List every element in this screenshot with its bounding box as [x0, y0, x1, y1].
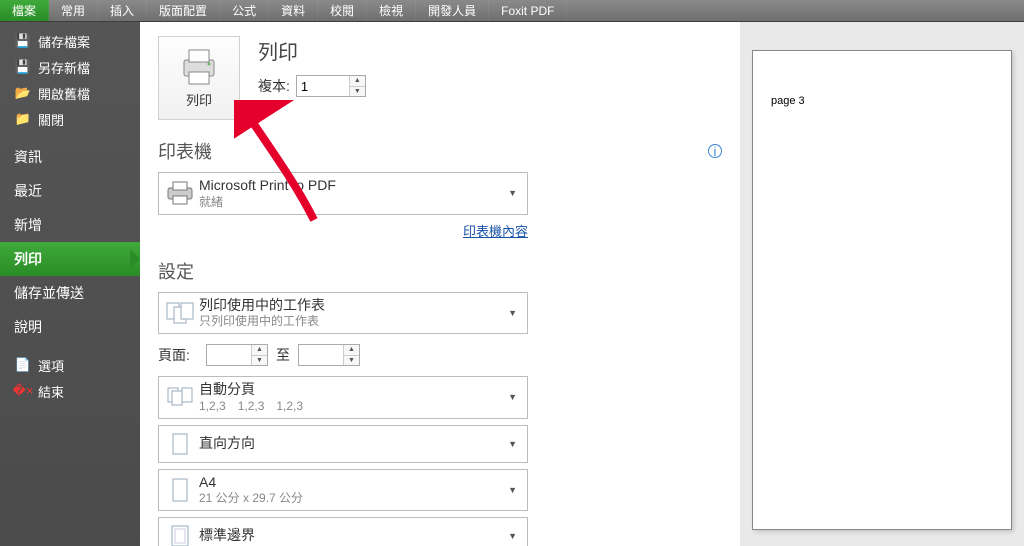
page-from-spinner[interactable]: ▲▼ [206, 344, 268, 366]
bs-label: 儲存並傳送 [14, 283, 84, 303]
print-preview: page 3 [740, 22, 1024, 546]
printer-name: Microsoft Print to PDF [199, 177, 504, 195]
bs-info[interactable]: 資訊 [0, 140, 140, 174]
tab-insert[interactable]: 插入 [98, 0, 147, 21]
print-scope-combo[interactable]: 列印使用中的工作表 只列印使用中的工作表 ▼ [158, 292, 528, 335]
backstage-sidebar: 💾 儲存檔案 💾 另存新檔 📂 開啟舊檔 📁 關閉 資訊 最近 新增 列印 儲存… [0, 22, 140, 546]
pages-label: 頁面: [158, 345, 198, 365]
preview-page: page 3 [752, 50, 1012, 530]
copies-label: 複本: [258, 76, 290, 96]
bs-save-as[interactable]: 💾 另存新檔 [0, 54, 140, 80]
copies-input[interactable] [297, 76, 349, 96]
bs-label: 儲存檔案 [38, 32, 90, 51]
combo-line1: 直向方向 [199, 435, 504, 453]
chevron-down-icon: ▼ [504, 188, 521, 198]
combo-line1: A4 [199, 474, 504, 492]
exit-icon: �× [14, 383, 32, 399]
combo-line1: 自動分頁 [199, 381, 504, 399]
printer-selector[interactable]: Microsoft Print to PDF 就緒 ▼ [158, 172, 528, 215]
printer-status: 就緒 [199, 195, 504, 210]
bs-close[interactable]: 📁 關閉 [0, 106, 140, 132]
printer-properties-link[interactable]: 印表機內容 [463, 224, 528, 239]
bs-recent[interactable]: 最近 [0, 174, 140, 208]
bs-share[interactable]: 儲存並傳送 [0, 276, 140, 310]
folder-open-icon: 📂 [14, 85, 32, 101]
tab-file[interactable]: 檔案 [0, 0, 49, 21]
page-from-input[interactable] [207, 345, 251, 365]
tab-developer[interactable]: 開發人員 [416, 0, 489, 21]
combo-line2: 21 公分 x 29.7 公分 [199, 491, 504, 506]
portrait-icon [165, 430, 195, 458]
margins-icon [165, 522, 195, 546]
bs-label: 關閉 [38, 110, 64, 129]
page-to-input[interactable] [299, 345, 343, 365]
settings-section-title: 設定 [158, 258, 194, 284]
bs-label: 另存新檔 [38, 58, 90, 77]
tab-layout[interactable]: 版面配置 [147, 0, 220, 21]
tab-home[interactable]: 常用 [49, 0, 98, 21]
tab-review[interactable]: 校閱 [318, 0, 367, 21]
folder-icon: 📁 [14, 111, 32, 127]
print-button[interactable]: 列印 [158, 36, 240, 120]
spin-down-icon[interactable]: ▼ [344, 356, 359, 366]
spin-up-icon[interactable]: ▲ [350, 76, 365, 87]
preview-content: page 3 [771, 95, 805, 107]
combo-line1: 標準邊界 [199, 527, 504, 545]
spin-down-icon[interactable]: ▼ [350, 87, 365, 97]
page-to-spinner[interactable]: ▲▼ [298, 344, 360, 366]
printer-icon [178, 48, 220, 86]
tab-data[interactable]: 資料 [269, 0, 318, 21]
bs-label: 選項 [38, 356, 64, 375]
bs-label: 資訊 [14, 147, 42, 167]
bs-save[interactable]: 💾 儲存檔案 [0, 28, 140, 54]
pages-to-label: 至 [276, 345, 290, 365]
save-as-icon: 💾 [14, 59, 32, 75]
bs-label: 列印 [14, 249, 42, 269]
orientation-combo[interactable]: 直向方向 ▼ [158, 425, 528, 463]
bs-help[interactable]: 說明 [0, 310, 140, 344]
bs-label: 結束 [38, 382, 64, 401]
bs-options[interactable]: 📄 選項 [0, 352, 140, 378]
printer-icon [165, 179, 195, 207]
bs-print[interactable]: 列印 [0, 242, 140, 276]
chevron-down-icon: ▼ [504, 308, 521, 318]
print-heading: 列印 [258, 36, 366, 65]
sheets-icon [165, 299, 195, 327]
print-panel: 列印 列印 複本: ▲ ▼ 印表機 i Microsoft Pri [140, 22, 740, 546]
copies-spinner[interactable]: ▲ ▼ [296, 75, 366, 97]
spin-down-icon[interactable]: ▼ [252, 356, 267, 366]
bs-label: 開啟舊檔 [38, 84, 90, 103]
printer-section-title: 印表機 [158, 138, 212, 164]
options-icon: 📄 [14, 357, 32, 373]
tab-foxit[interactable]: Foxit PDF [489, 0, 567, 21]
tab-formulas[interactable]: 公式 [220, 0, 269, 21]
margins-combo[interactable]: 標準邊界 ▼ [158, 517, 528, 546]
bs-label: 說明 [14, 317, 42, 337]
bs-exit[interactable]: �× 結束 [0, 378, 140, 404]
spin-up-icon[interactable]: ▲ [344, 345, 359, 356]
spin-up-icon[interactable]: ▲ [252, 345, 267, 356]
chevron-down-icon: ▼ [504, 531, 521, 541]
page-icon [165, 476, 195, 504]
bs-open[interactable]: 📂 開啟舊檔 [0, 80, 140, 106]
chevron-down-icon: ▼ [504, 392, 521, 402]
print-button-label: 列印 [186, 90, 212, 109]
collate-icon [165, 383, 195, 411]
combo-line2: 只列印使用中的工作表 [199, 314, 504, 329]
info-icon[interactable]: i [708, 144, 722, 158]
bs-label: 新增 [14, 215, 42, 235]
combo-line2: 1,2,3 1,2,3 1,2,3 [199, 399, 504, 414]
tab-view[interactable]: 檢視 [367, 0, 416, 21]
collate-combo[interactable]: 自動分頁 1,2,3 1,2,3 1,2,3 ▼ [158, 376, 528, 419]
save-icon: 💾 [14, 33, 32, 49]
chevron-down-icon: ▼ [504, 439, 521, 449]
chevron-down-icon: ▼ [504, 485, 521, 495]
bs-label: 最近 [14, 181, 42, 201]
combo-line1: 列印使用中的工作表 [199, 297, 504, 315]
paper-size-combo[interactable]: A4 21 公分 x 29.7 公分 ▼ [158, 469, 528, 512]
bs-new[interactable]: 新增 [0, 208, 140, 242]
ribbon-tabs: 檔案 常用 插入 版面配置 公式 資料 校閱 檢視 開發人員 Foxit PDF [0, 0, 1024, 22]
